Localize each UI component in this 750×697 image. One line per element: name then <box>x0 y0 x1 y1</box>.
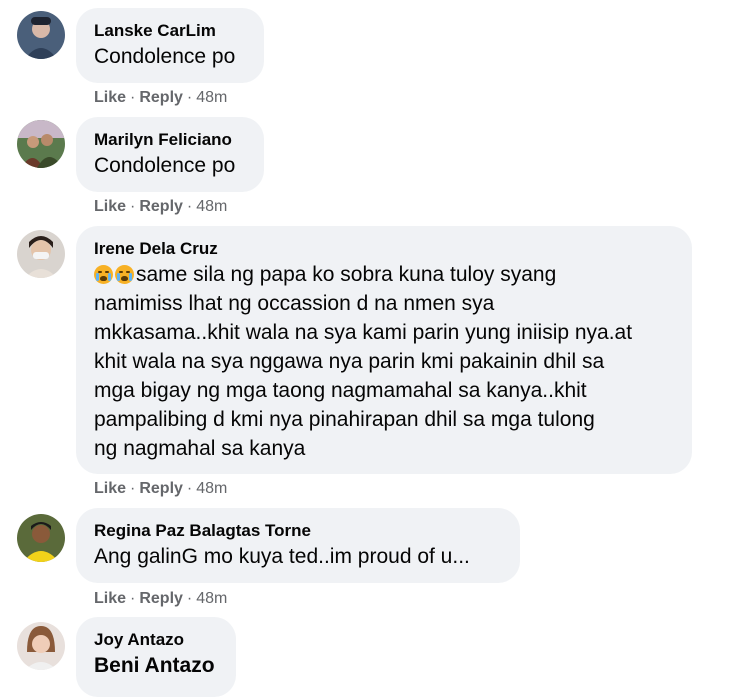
separator-dot: · <box>186 480 193 497</box>
avatar[interactable] <box>17 622 65 670</box>
comment-bubble: Marilyn Feliciano Condolence po <box>76 117 264 192</box>
comment-text: Condolence po <box>94 154 236 177</box>
separator-dot: · <box>186 590 193 607</box>
comment-text: Condolence po <box>94 45 236 68</box>
comment-author[interactable]: Joy Antazo <box>94 629 218 651</box>
like-link[interactable]: Like <box>94 480 126 497</box>
comment-text: same sila ng papa ko sobra kuna tuloy sy… <box>94 260 674 289</box>
separator-dot: · <box>130 198 136 215</box>
comment-text: Ang galinG mo kuya ted..im proud of u... <box>94 545 470 568</box>
comment-text-line: same sila ng papa ko sobra kuna tuloy sy… <box>136 263 557 286</box>
comment-text-line: mkkasama..khit wala na sya kami parin yu… <box>94 321 633 344</box>
comment-text-line: ng nagmahal sa kanya <box>94 437 306 460</box>
comment-text-line: namimiss lhat ng occassion d na nmen sya <box>94 292 495 315</box>
separator-dot: · <box>130 590 136 607</box>
like-link[interactable]: Like <box>94 89 126 106</box>
avatar[interactable] <box>17 11 65 59</box>
avatar[interactable] <box>17 230 65 278</box>
comment-text-line: mga bigay ng mga taong nagmamahal sa kan… <box>94 379 587 402</box>
mentioned-user-link[interactable]: Beni Antazo <box>94 651 218 680</box>
like-link[interactable]: Like <box>94 590 126 607</box>
reply-link[interactable]: Reply <box>139 480 183 497</box>
timestamp[interactable]: 48m <box>196 590 227 607</box>
like-link[interactable]: Like <box>94 198 126 215</box>
comment-author[interactable]: Irene Dela Cruz <box>94 238 674 260</box>
separator-dot: · <box>130 89 136 106</box>
timestamp[interactable]: 48m <box>196 198 227 215</box>
timestamp[interactable]: 48m <box>196 89 227 106</box>
avatar[interactable] <box>17 120 65 168</box>
comment-bubble: Joy Antazo Beni Antazo <box>76 617 236 697</box>
reply-link[interactable]: Reply <box>139 590 183 607</box>
separator-dot: · <box>186 198 193 215</box>
comment-author[interactable]: Regina Paz Balagtas Torne <box>94 520 502 542</box>
separator-dot: · <box>186 89 193 106</box>
separator-dot: · <box>130 480 136 497</box>
reply-link[interactable]: Reply <box>139 198 183 215</box>
comment-bubble: Regina Paz Balagtas Torne Ang galinG mo … <box>76 508 520 583</box>
comment-actions: Like · Reply · 48m <box>94 479 227 499</box>
comment-text-line: khit wala na sya nggawa nya parin kmi pa… <box>94 350 605 373</box>
avatar[interactable] <box>17 514 65 562</box>
comment-actions: Like · Reply · 48m <box>94 197 227 217</box>
loudly-crying-face-icon <box>94 265 113 284</box>
comment-bubble: Irene Dela Cruz same sila ng papa ko sob… <box>76 226 692 474</box>
comment-text-line: pampalibing d kmi nya pinahirapan dhil s… <box>94 408 595 431</box>
comment-actions: Like · Reply · 48m <box>94 589 227 609</box>
comment-actions: Like · Reply · 48m <box>94 88 227 108</box>
comment-author[interactable]: Marilyn Feliciano <box>94 129 246 151</box>
timestamp[interactable]: 48m <box>196 480 227 497</box>
reply-link[interactable]: Reply <box>139 89 183 106</box>
loudly-crying-face-icon <box>115 265 134 284</box>
comment-bubble: Lanske CarLim Condolence po <box>76 8 264 83</box>
comment-author[interactable]: Lanske CarLim <box>94 20 246 42</box>
